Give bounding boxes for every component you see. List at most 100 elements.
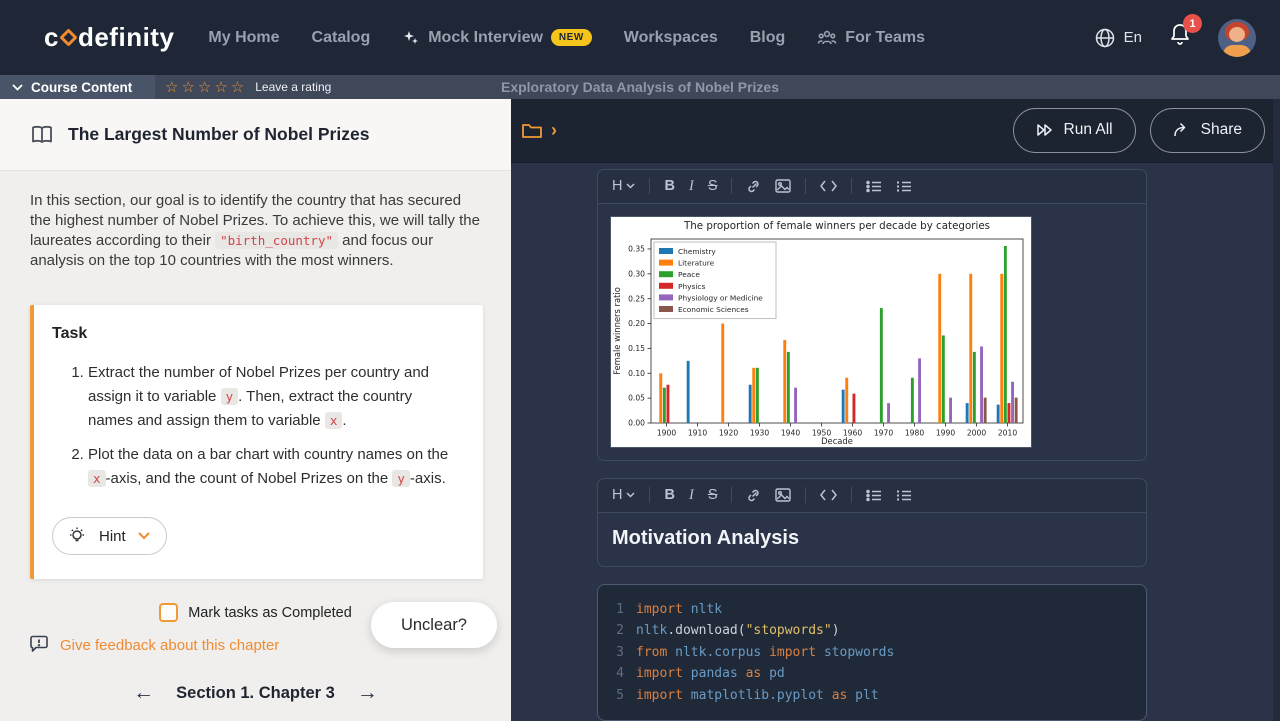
nav-item-catalog[interactable]: Catalog xyxy=(312,29,371,47)
new-badge: NEW xyxy=(551,29,592,46)
code-button[interactable] xyxy=(820,489,837,501)
svg-text:Physics: Physics xyxy=(678,281,705,290)
chart-cell-body: The proportion of female winners per dec… xyxy=(598,204,1146,460)
notifications-button[interactable]: 1 xyxy=(1168,22,1192,53)
svg-text:Literature: Literature xyxy=(678,258,715,267)
book-icon xyxy=(30,125,54,145)
file-tree-toggle[interactable]: › xyxy=(521,120,557,141)
toolbar-divider xyxy=(805,178,806,194)
svg-text:0.25: 0.25 xyxy=(628,294,645,303)
heading-dropdown[interactable]: H xyxy=(612,179,635,194)
task-item-2: Plot the data on a bar chart with countr… xyxy=(88,443,461,491)
avatar-face xyxy=(1229,27,1245,42)
hint-button[interactable]: Hint xyxy=(52,517,167,555)
run-all-button[interactable]: Run All xyxy=(1013,108,1136,153)
top-navbar: c definity My Home Catalog Mock Intervie… xyxy=(0,0,1280,75)
logo-text-post: definity xyxy=(78,22,174,53)
avatar-shirt xyxy=(1223,45,1251,57)
chapter-navigation: ← Section 1. Chapter 3 → xyxy=(0,681,511,705)
code-button[interactable] xyxy=(820,180,837,192)
toolbar-divider xyxy=(731,178,732,194)
svg-text:0.20: 0.20 xyxy=(628,319,645,328)
intro-paragraph: In this section, our goal is to identify… xyxy=(30,191,483,271)
share-icon xyxy=(1173,122,1191,138)
inline-code-x: x xyxy=(88,470,106,487)
numbered-list-button[interactable] xyxy=(896,489,912,502)
mark-completed-label: Mark tasks as Completed xyxy=(188,605,352,621)
svg-text:1990: 1990 xyxy=(936,428,955,437)
user-avatar[interactable] xyxy=(1218,19,1256,57)
feedback-link: Give feedback about this chapter xyxy=(60,637,279,654)
strikethrough-button[interactable]: S xyxy=(708,488,718,503)
svg-text:1920: 1920 xyxy=(719,428,738,437)
toolbar-divider xyxy=(649,178,650,194)
share-button[interactable]: Share xyxy=(1150,108,1265,153)
people-icon xyxy=(817,29,837,47)
link-button[interactable] xyxy=(746,179,761,194)
notebook-scroll-area: H B I S The proportion of female winners… xyxy=(511,163,1280,721)
notebook-cell-chart: H B I S The proportion of female winners… xyxy=(597,169,1147,461)
svg-text:0.15: 0.15 xyxy=(628,344,645,353)
course-subbar: Course Content ☆☆☆☆☆ Leave a rating Expl… xyxy=(0,75,1280,99)
nav-item-blog[interactable]: Blog xyxy=(750,29,786,47)
logo-text-pre: c xyxy=(44,22,59,53)
toolbar-divider xyxy=(851,487,852,503)
svg-text:Female winners ratio: Female winners ratio xyxy=(612,287,622,375)
markdown-heading[interactable]: Motivation Analysis xyxy=(598,513,1146,566)
lesson-panel: The Largest Number of Nobel Prizes In th… xyxy=(0,99,511,721)
notebook-panel: › Run All Share xyxy=(511,99,1280,721)
bold-button[interactable]: B xyxy=(664,179,674,194)
svg-text:2000: 2000 xyxy=(967,428,986,437)
strikethrough-button[interactable]: S xyxy=(708,179,718,194)
chapter-label: Section 1. Chapter 3 xyxy=(176,684,335,703)
code-cell[interactable]: 1import nltk2nltk.download("stopwords")3… xyxy=(597,584,1147,721)
numbered-list-button[interactable] xyxy=(896,180,912,193)
heading-dropdown[interactable]: H xyxy=(612,488,635,503)
previous-chapter-arrow[interactable]: ← xyxy=(133,681,154,705)
image-button[interactable] xyxy=(775,179,791,193)
toolbar-divider xyxy=(731,487,732,503)
svg-text:1940: 1940 xyxy=(781,428,800,437)
inline-code-x: x xyxy=(325,412,343,429)
markdown-toolbar: H B I S xyxy=(598,479,1146,513)
course-content-toggle[interactable]: Course Content xyxy=(0,75,155,99)
star-rating[interactable]: ☆☆☆☆☆ xyxy=(165,80,247,95)
bold-button[interactable]: B xyxy=(664,488,674,503)
hint-label: Hint xyxy=(99,528,126,545)
nav-item-for-teams[interactable]: For Teams xyxy=(817,29,925,47)
logo-diamond-icon xyxy=(59,28,77,46)
course-title: Exploratory Data Analysis of Nobel Prize… xyxy=(501,79,779,95)
svg-text:1980: 1980 xyxy=(905,428,924,437)
svg-text:0.00: 0.00 xyxy=(628,418,645,427)
notebook-scrollbar[interactable] xyxy=(1273,99,1280,721)
svg-text:Economic Sciences: Economic Sciences xyxy=(678,305,749,314)
italic-button[interactable]: I xyxy=(689,488,694,503)
svg-text:0.05: 0.05 xyxy=(628,393,645,402)
svg-text:2010: 2010 xyxy=(998,428,1017,437)
nav-item-workspaces[interactable]: Workspaces xyxy=(624,29,718,47)
link-button[interactable] xyxy=(746,488,761,503)
task-card: Task Extract the number of Nobel Prizes … xyxy=(30,305,483,579)
folder-icon xyxy=(521,121,543,139)
mark-completed-checkbox[interactable] xyxy=(159,603,178,622)
bullet-list-button[interactable] xyxy=(866,180,882,193)
codefinity-logo[interactable]: c definity xyxy=(44,22,174,53)
language-selector[interactable]: En xyxy=(1094,27,1142,49)
task-list: Extract the number of Nobel Prizes per c… xyxy=(88,361,461,491)
nav-item-mock-interview[interactable]: Mock Interview NEW xyxy=(402,29,592,47)
unclear-button[interactable]: Unclear? xyxy=(371,602,497,648)
svg-text:0.35: 0.35 xyxy=(628,244,645,253)
svg-text:1970: 1970 xyxy=(874,428,893,437)
bullet-list-button[interactable] xyxy=(866,489,882,502)
image-button[interactable] xyxy=(775,488,791,502)
svg-text:Decade: Decade xyxy=(821,436,853,446)
next-chapter-arrow[interactable]: → xyxy=(357,681,378,705)
svg-text:Chemistry: Chemistry xyxy=(678,247,716,256)
task-heading: Task xyxy=(52,325,461,343)
feedback-bubble-icon xyxy=(28,634,50,656)
toolbar-divider xyxy=(851,178,852,194)
notebook-header: › Run All Share xyxy=(511,99,1280,163)
italic-button[interactable]: I xyxy=(689,179,694,194)
leave-rating-label: Leave a rating xyxy=(255,80,331,94)
nav-item-my-home[interactable]: My Home xyxy=(208,29,279,47)
